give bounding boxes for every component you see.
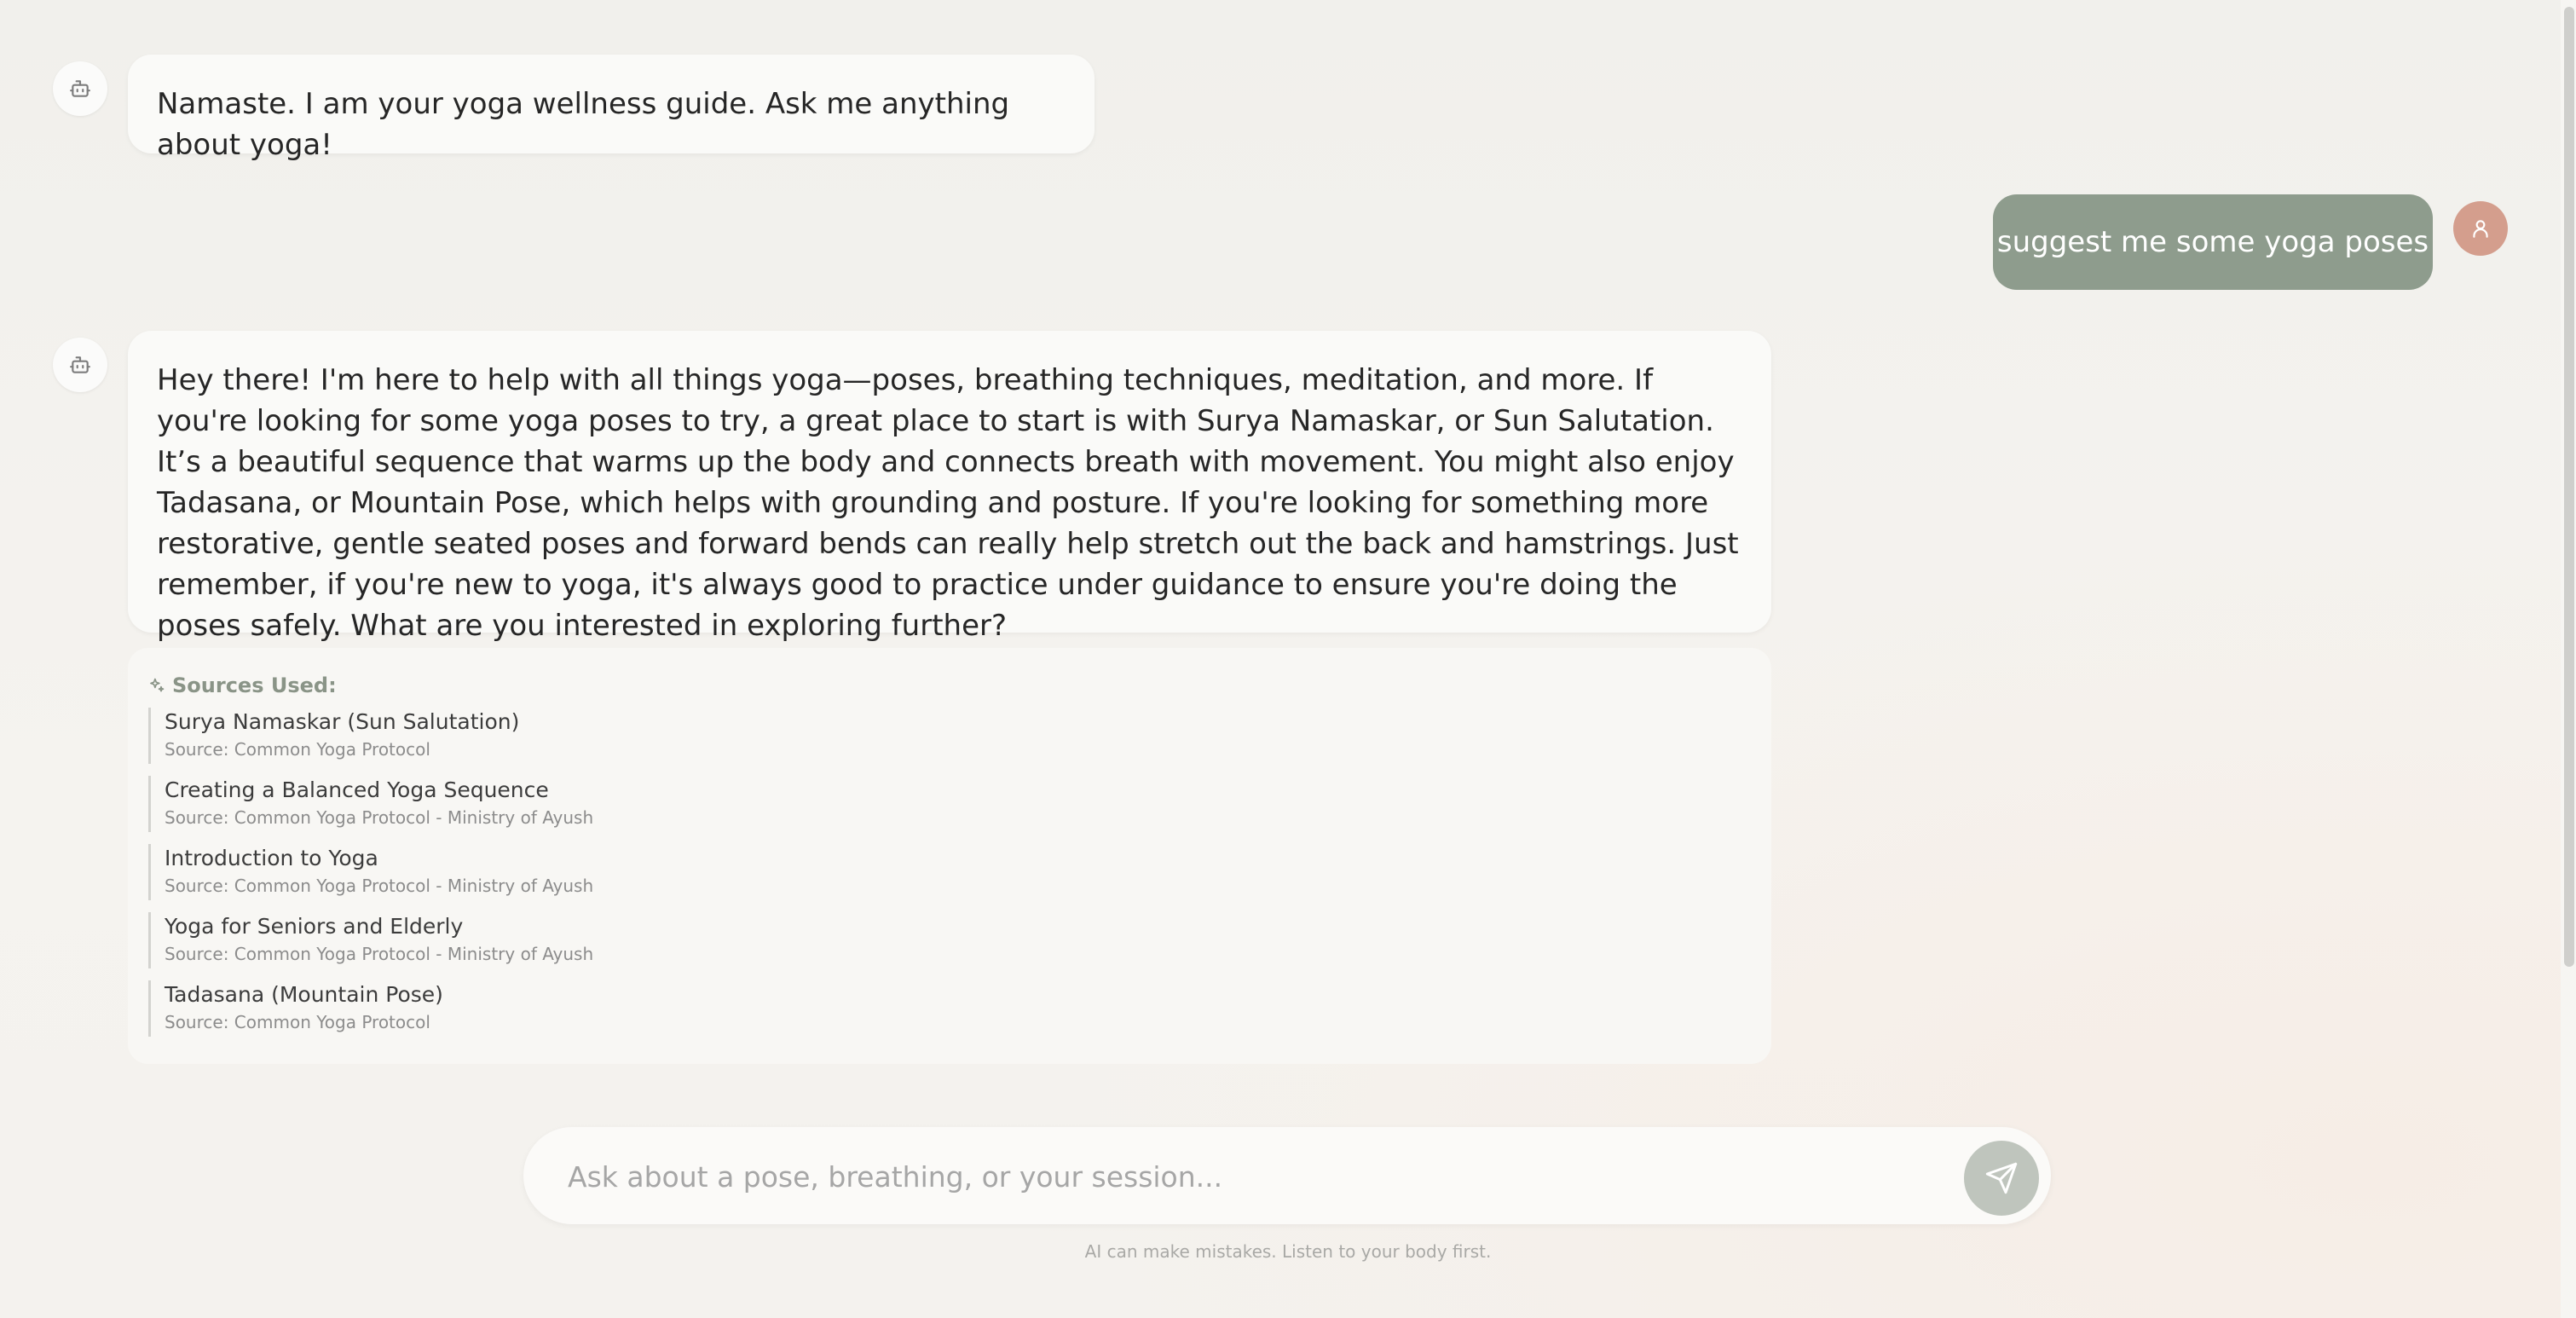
chat-input[interactable] — [566, 1146, 1950, 1207]
source-item: Surya Namaskar (Sun Salutation) Source: … — [148, 708, 1751, 764]
source-origin: Source: Common Yoga Protocol — [165, 1012, 430, 1032]
sparkles-icon — [150, 678, 165, 692]
source-title: Yoga for Seniors and Elderly — [165, 914, 464, 939]
chat-composer — [523, 1127, 2051, 1224]
source-origin: Source: Common Yoga Protocol - Ministry … — [165, 944, 594, 964]
user-icon — [2473, 220, 2488, 238]
assistant-message-text: Namaste. I am your yoga wellness guide. … — [157, 87, 1010, 162]
scrollbar-thumb[interactable] — [2564, 7, 2574, 967]
source-title: Creating a Balanced Yoga Sequence — [165, 778, 549, 802]
sources-header: Sources Used: — [148, 668, 1751, 702]
source-item: Tadasana (Mountain Pose) Source: Common … — [148, 980, 1751, 1037]
source-origin: Source: Common Yoga Protocol — [165, 739, 430, 760]
user-avatar — [2453, 201, 2508, 256]
source-item: Yoga for Seniors and Elderly Source: Com… — [148, 912, 1751, 968]
source-origin: Source: Common Yoga Protocol - Ministry … — [165, 807, 594, 828]
disclaimer: AI can make mistakes. Listen to your bod… — [1084, 1241, 1492, 1262]
sources-panel: Sources Used: Surya Namaskar (Sun Saluta… — [128, 648, 1771, 1064]
source-origin: Source: Common Yoga Protocol - Ministry … — [165, 876, 594, 896]
assistant-message-bubble: Namaste. I am your yoga wellness guide. … — [128, 55, 1095, 162]
scrollbar-track[interactable] — [2561, 0, 2576, 1318]
bot-icon — [70, 80, 90, 97]
source-title: Tadasana (Mountain Pose) — [165, 982, 443, 1007]
assistant-avatar — [53, 61, 107, 116]
sources-heading: Sources Used: — [172, 673, 337, 697]
send-button[interactable] — [1964, 1141, 2039, 1216]
assistant-message-text: Hey there! I'm here to help with all thi… — [157, 363, 1739, 643]
source-item: Creating a Balanced Yoga Sequence Source… — [148, 776, 1751, 832]
user-message-text: suggest me some yoga poses — [1996, 225, 2429, 259]
source-title: Introduction to Yoga — [165, 846, 378, 870]
user-message-bubble: suggest me some yoga poses — [1993, 194, 2433, 290]
source-item: Introduction to Yoga Source: Common Yoga… — [148, 844, 1751, 900]
source-title: Surya Namaskar (Sun Salutation) — [165, 709, 520, 734]
assistant-message-bubble: Hey there! I'm here to help with all thi… — [128, 331, 1771, 643]
assistant-avatar — [53, 338, 107, 392]
bot-icon — [70, 356, 90, 373]
send-icon — [1985, 1162, 2018, 1194]
